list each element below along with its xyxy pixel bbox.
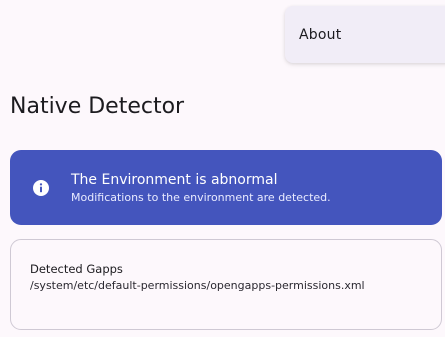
- status-subtitle: Modifications to the environment are det…: [71, 191, 331, 204]
- detection-title: Detected Gapps: [30, 262, 123, 276]
- menu-item-label: About: [299, 26, 342, 43]
- detection-path: /system/etc/default-permissions/opengapp…: [30, 279, 365, 292]
- info-icon: [32, 179, 50, 197]
- status-title: The Environment is abnormal: [71, 172, 278, 188]
- detection-card[interactable]: Detected Gapps /system/etc/default-permi…: [10, 239, 442, 330]
- page-title: Native Detector: [10, 94, 185, 119]
- menu-item-about[interactable]: About: [285, 6, 445, 63]
- status-card: The Environment is abnormal Modification…: [10, 150, 442, 225]
- overflow-menu: About: [285, 6, 445, 63]
